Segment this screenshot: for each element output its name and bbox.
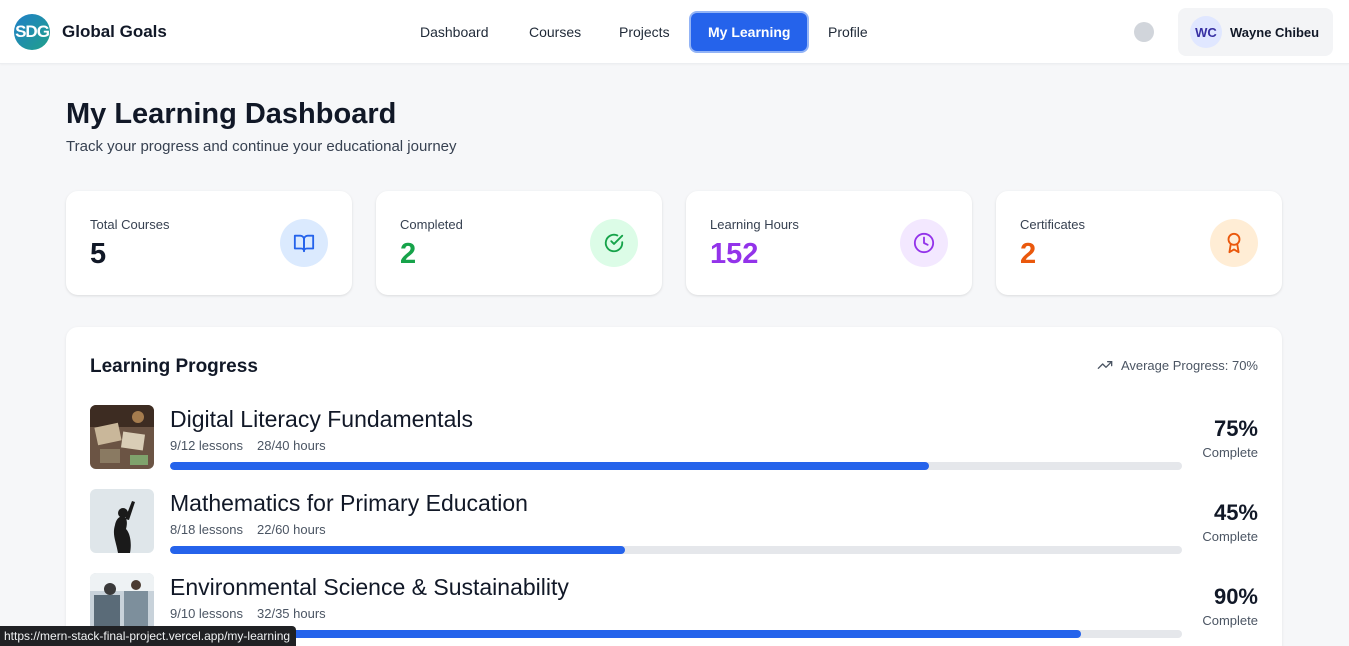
course-thumbnail — [90, 489, 154, 553]
stat-value: 152 — [710, 238, 759, 270]
stat-card-total-courses: Total Courses 5 — [66, 191, 352, 295]
course-percent: 75% — [1213, 416, 1258, 441]
stat-value: 2 — [1020, 238, 1037, 270]
brand[interactable]: SDG Global Goals — [14, 14, 167, 50]
complete-label: Complete — [1202, 529, 1258, 544]
stat-value: 5 — [90, 238, 107, 270]
progress-bar-fill — [170, 462, 929, 470]
stat-label: Certificates — [1020, 217, 1086, 232]
stat-card-learning-hours: Learning Hours 152 — [686, 191, 972, 295]
average-progress-label: Average Progress: 70% — [1120, 357, 1258, 373]
book-icon — [280, 219, 328, 267]
course-title: Digital Literacy Fundamentals — [170, 406, 473, 432]
sdg-logo: SDG — [14, 14, 50, 50]
course-row-mathematics[interactable]: Mathematics for Primary Education 8/18 l… — [90, 489, 1258, 555]
nav-item-courses[interactable]: Courses — [512, 12, 598, 52]
stat-label: Total Courses — [90, 217, 170, 232]
user-name: Wayne Chibeu — [1230, 24, 1320, 40]
stat-card-completed: Completed 2 — [376, 191, 662, 295]
hours-count: 32/35 hours — [257, 606, 326, 621]
course-meta: 8/18 lessons 22/60 hours — [170, 522, 326, 537]
clock-icon — [900, 219, 948, 267]
trending-up-icon — [1097, 361, 1113, 369]
complete-label: Complete — [1202, 445, 1258, 460]
nav-item-my-learning[interactable]: My Learning — [691, 13, 808, 51]
nav-item-profile[interactable]: Profile — [811, 12, 885, 52]
page-subtitle: Track your progress and continue your ed… — [66, 138, 457, 155]
progress-bar — [170, 546, 1182, 554]
learning-progress-panel: Learning Progress Average Progress: 70% … — [66, 327, 1282, 646]
progress-bar-fill — [170, 630, 1081, 638]
avatar: WC — [1190, 16, 1222, 48]
hours-count: 28/40 hours — [257, 438, 326, 453]
page-title: My Learning Dashboard — [66, 98, 397, 130]
nav-item-dashboard[interactable]: Dashboard — [403, 12, 506, 52]
lessons-count: 8/18 lessons — [170, 522, 243, 537]
user-menu-button[interactable]: WC Wayne Chibeu — [1178, 8, 1333, 56]
nav-item-projects[interactable]: Projects — [602, 12, 687, 52]
stat-label: Learning Hours — [710, 217, 799, 232]
course-title: Environmental Science & Sustainability — [170, 574, 569, 600]
panel-title: Learning Progress — [90, 356, 258, 377]
course-title: Mathematics for Primary Education — [170, 490, 528, 516]
progress-bar — [170, 630, 1182, 638]
stat-card-certificates: Certificates 2 — [996, 191, 1282, 295]
progress-bar-fill — [170, 546, 626, 554]
stat-label: Completed — [400, 217, 463, 232]
progress-bar — [170, 462, 1182, 470]
course-meta: 9/10 lessons 32/35 hours — [170, 606, 326, 621]
check-circle-icon — [590, 219, 638, 267]
course-meta: 9/12 lessons 28/40 hours — [170, 438, 326, 453]
average-progress: Average Progress: 70% — [1097, 357, 1258, 373]
course-percent: 90% — [1213, 584, 1258, 609]
hours-count: 22/60 hours — [257, 522, 326, 537]
course-thumbnail — [90, 405, 154, 469]
stat-value: 2 — [400, 238, 417, 270]
lessons-count: 9/12 lessons — [170, 438, 243, 453]
award-icon — [1210, 219, 1258, 267]
link-preview-url: https://mern-stack-final-project.vercel.… — [0, 626, 297, 646]
complete-label: Complete — [1202, 613, 1258, 628]
notification-indicator[interactable] — [1134, 22, 1154, 42]
course-row-digital-literacy[interactable]: Digital Literacy Fundamentals 9/12 lesso… — [90, 405, 1258, 471]
top-navigation-bar: SDG Global Goals Dashboard Courses Proje… — [0, 0, 1349, 64]
lessons-count: 9/10 lessons — [170, 606, 243, 621]
brand-name: Global Goals — [62, 22, 167, 41]
course-percent: 45% — [1213, 500, 1258, 525]
